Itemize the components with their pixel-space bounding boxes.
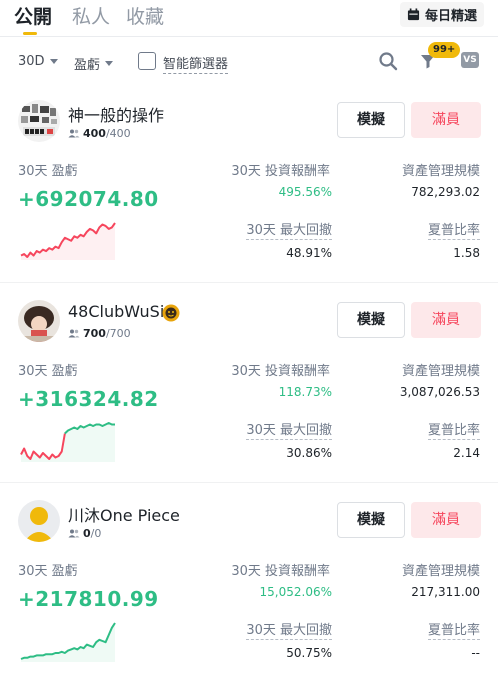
max-followers: /400 xyxy=(105,127,131,140)
daily-picks-button[interactable]: 每日精選 xyxy=(399,2,484,27)
sparkline-area xyxy=(21,423,115,462)
pnl-sparkline xyxy=(20,222,116,260)
avatar xyxy=(18,100,60,142)
trader-card[interactable]: 48ClubWuSi 700/700 模擬 滿員 30天 盈虧 +316324.… xyxy=(0,300,498,500)
tab-private[interactable]: 私人 xyxy=(72,2,110,29)
follower-count: 0/0 xyxy=(68,527,101,540)
card-divider xyxy=(0,482,498,483)
notification-badge: 99+ xyxy=(428,42,461,58)
roi-value: 495.56% xyxy=(278,185,332,199)
period-value: 30D xyxy=(18,54,45,69)
tab-divider xyxy=(0,36,498,37)
mdd-label[interactable]: 30天 最大回撤 xyxy=(246,419,332,440)
sort-value: 盈虧 xyxy=(74,58,101,73)
pnl-value: +316324.82 xyxy=(18,387,159,411)
trader-card[interactable]: 神一般的操作 400/400 模擬 滿員 30天 盈虧 +692074.80 3… xyxy=(0,100,498,300)
mdd-value: 50.75% xyxy=(286,646,332,660)
mdd-label[interactable]: 30天 最大回撤 xyxy=(246,219,332,240)
roi-value: 118.73% xyxy=(278,385,332,399)
sharpe-value: 2.14 xyxy=(453,446,480,460)
max-followers: /700 xyxy=(105,327,131,340)
sharpe-label[interactable]: 夏普比率 xyxy=(427,419,480,440)
aum-value: 782,293.02 xyxy=(411,185,480,199)
aum-value: 217,311.00 xyxy=(411,585,480,599)
filter-bar: 30D 盈虧 智能篩選器 99+ VS xyxy=(0,42,498,78)
top-tabs: 公開 私人 收藏 每日精選 xyxy=(0,0,498,36)
roi-label: 30天 投資報酬率 xyxy=(231,364,330,379)
aum-value: 3,087,026.53 xyxy=(399,385,480,399)
avatar xyxy=(18,300,60,342)
sharpe-label[interactable]: 夏普比率 xyxy=(427,219,480,240)
pnl-sparkline xyxy=(20,622,116,662)
pnl-sparkline xyxy=(20,422,115,462)
full-button[interactable]: 滿員 xyxy=(411,502,481,538)
smart-filter-label[interactable]: 智能篩選器 xyxy=(163,53,229,74)
roi-label: 30天 投資報酬率 xyxy=(231,164,330,179)
aum-label: 資產管理規模 xyxy=(401,564,480,579)
daily-picks-label: 每日精選 xyxy=(424,9,477,24)
sharpe-value: 1.58 xyxy=(453,246,480,260)
sharpe-label[interactable]: 夏普比率 xyxy=(427,619,480,640)
mdd-value: 30.86% xyxy=(286,446,332,460)
tab-public[interactable]: 公開 xyxy=(14,2,52,29)
trader-card[interactable]: 川沐One Piece 0/0 模擬 滿員 30天 盈虧 +217810.99 … xyxy=(0,500,498,680)
aum-label: 資產管理規模 xyxy=(401,164,480,179)
sort-dropdown[interactable]: 盈虧 xyxy=(74,54,114,73)
chevron-down-icon xyxy=(105,61,114,66)
calendar-icon xyxy=(407,8,420,21)
aum-label: 資產管理規模 xyxy=(401,364,480,379)
pnl-label: 30天 盈虧 xyxy=(18,164,78,179)
full-button[interactable]: 滿員 xyxy=(411,102,481,138)
current-followers: 0 xyxy=(83,527,91,540)
smart-filter-checkbox[interactable] xyxy=(138,52,156,70)
trader-name[interactable]: 神一般的操作 xyxy=(68,102,164,126)
chevron-down-icon xyxy=(49,59,58,64)
roi-value: 15,052.06% xyxy=(259,585,332,599)
avatar xyxy=(18,500,60,542)
people-icon xyxy=(68,329,80,338)
active-tab-indicator xyxy=(23,32,37,35)
compare-vs-button[interactable]: VS xyxy=(461,52,479,68)
current-followers: 700 xyxy=(83,327,106,340)
sharpe-value: -- xyxy=(471,646,480,660)
period-dropdown[interactable]: 30D xyxy=(18,54,58,69)
people-icon xyxy=(68,129,80,138)
search-icon[interactable] xyxy=(378,51,398,71)
follower-count: 700/700 xyxy=(68,327,131,340)
pnl-label: 30天 盈虧 xyxy=(18,364,78,379)
mdd-value: 48.91% xyxy=(286,246,332,260)
mock-copy-button[interactable]: 模擬 xyxy=(337,102,405,138)
roi-label: 30天 投資報酬率 xyxy=(231,564,330,579)
lion-badge-icon xyxy=(162,304,180,322)
card-divider xyxy=(0,282,498,283)
mdd-label[interactable]: 30天 最大回撤 xyxy=(246,619,332,640)
max-followers: /0 xyxy=(90,527,102,540)
follower-count: 400/400 xyxy=(68,127,131,140)
full-button[interactable]: 滿員 xyxy=(411,302,481,338)
mock-copy-button[interactable]: 模擬 xyxy=(337,502,405,538)
pnl-label: 30天 盈虧 xyxy=(18,564,78,579)
mock-copy-button[interactable]: 模擬 xyxy=(337,302,405,338)
people-icon xyxy=(68,529,80,538)
pnl-value: +217810.99 xyxy=(18,587,159,611)
current-followers: 400 xyxy=(83,127,106,140)
tab-favorites[interactable]: 收藏 xyxy=(126,2,164,29)
pnl-value: +692074.80 xyxy=(18,187,159,211)
trader-name[interactable]: 川沐One Piece xyxy=(68,502,180,526)
trader-name[interactable]: 48ClubWuSi xyxy=(68,302,164,321)
